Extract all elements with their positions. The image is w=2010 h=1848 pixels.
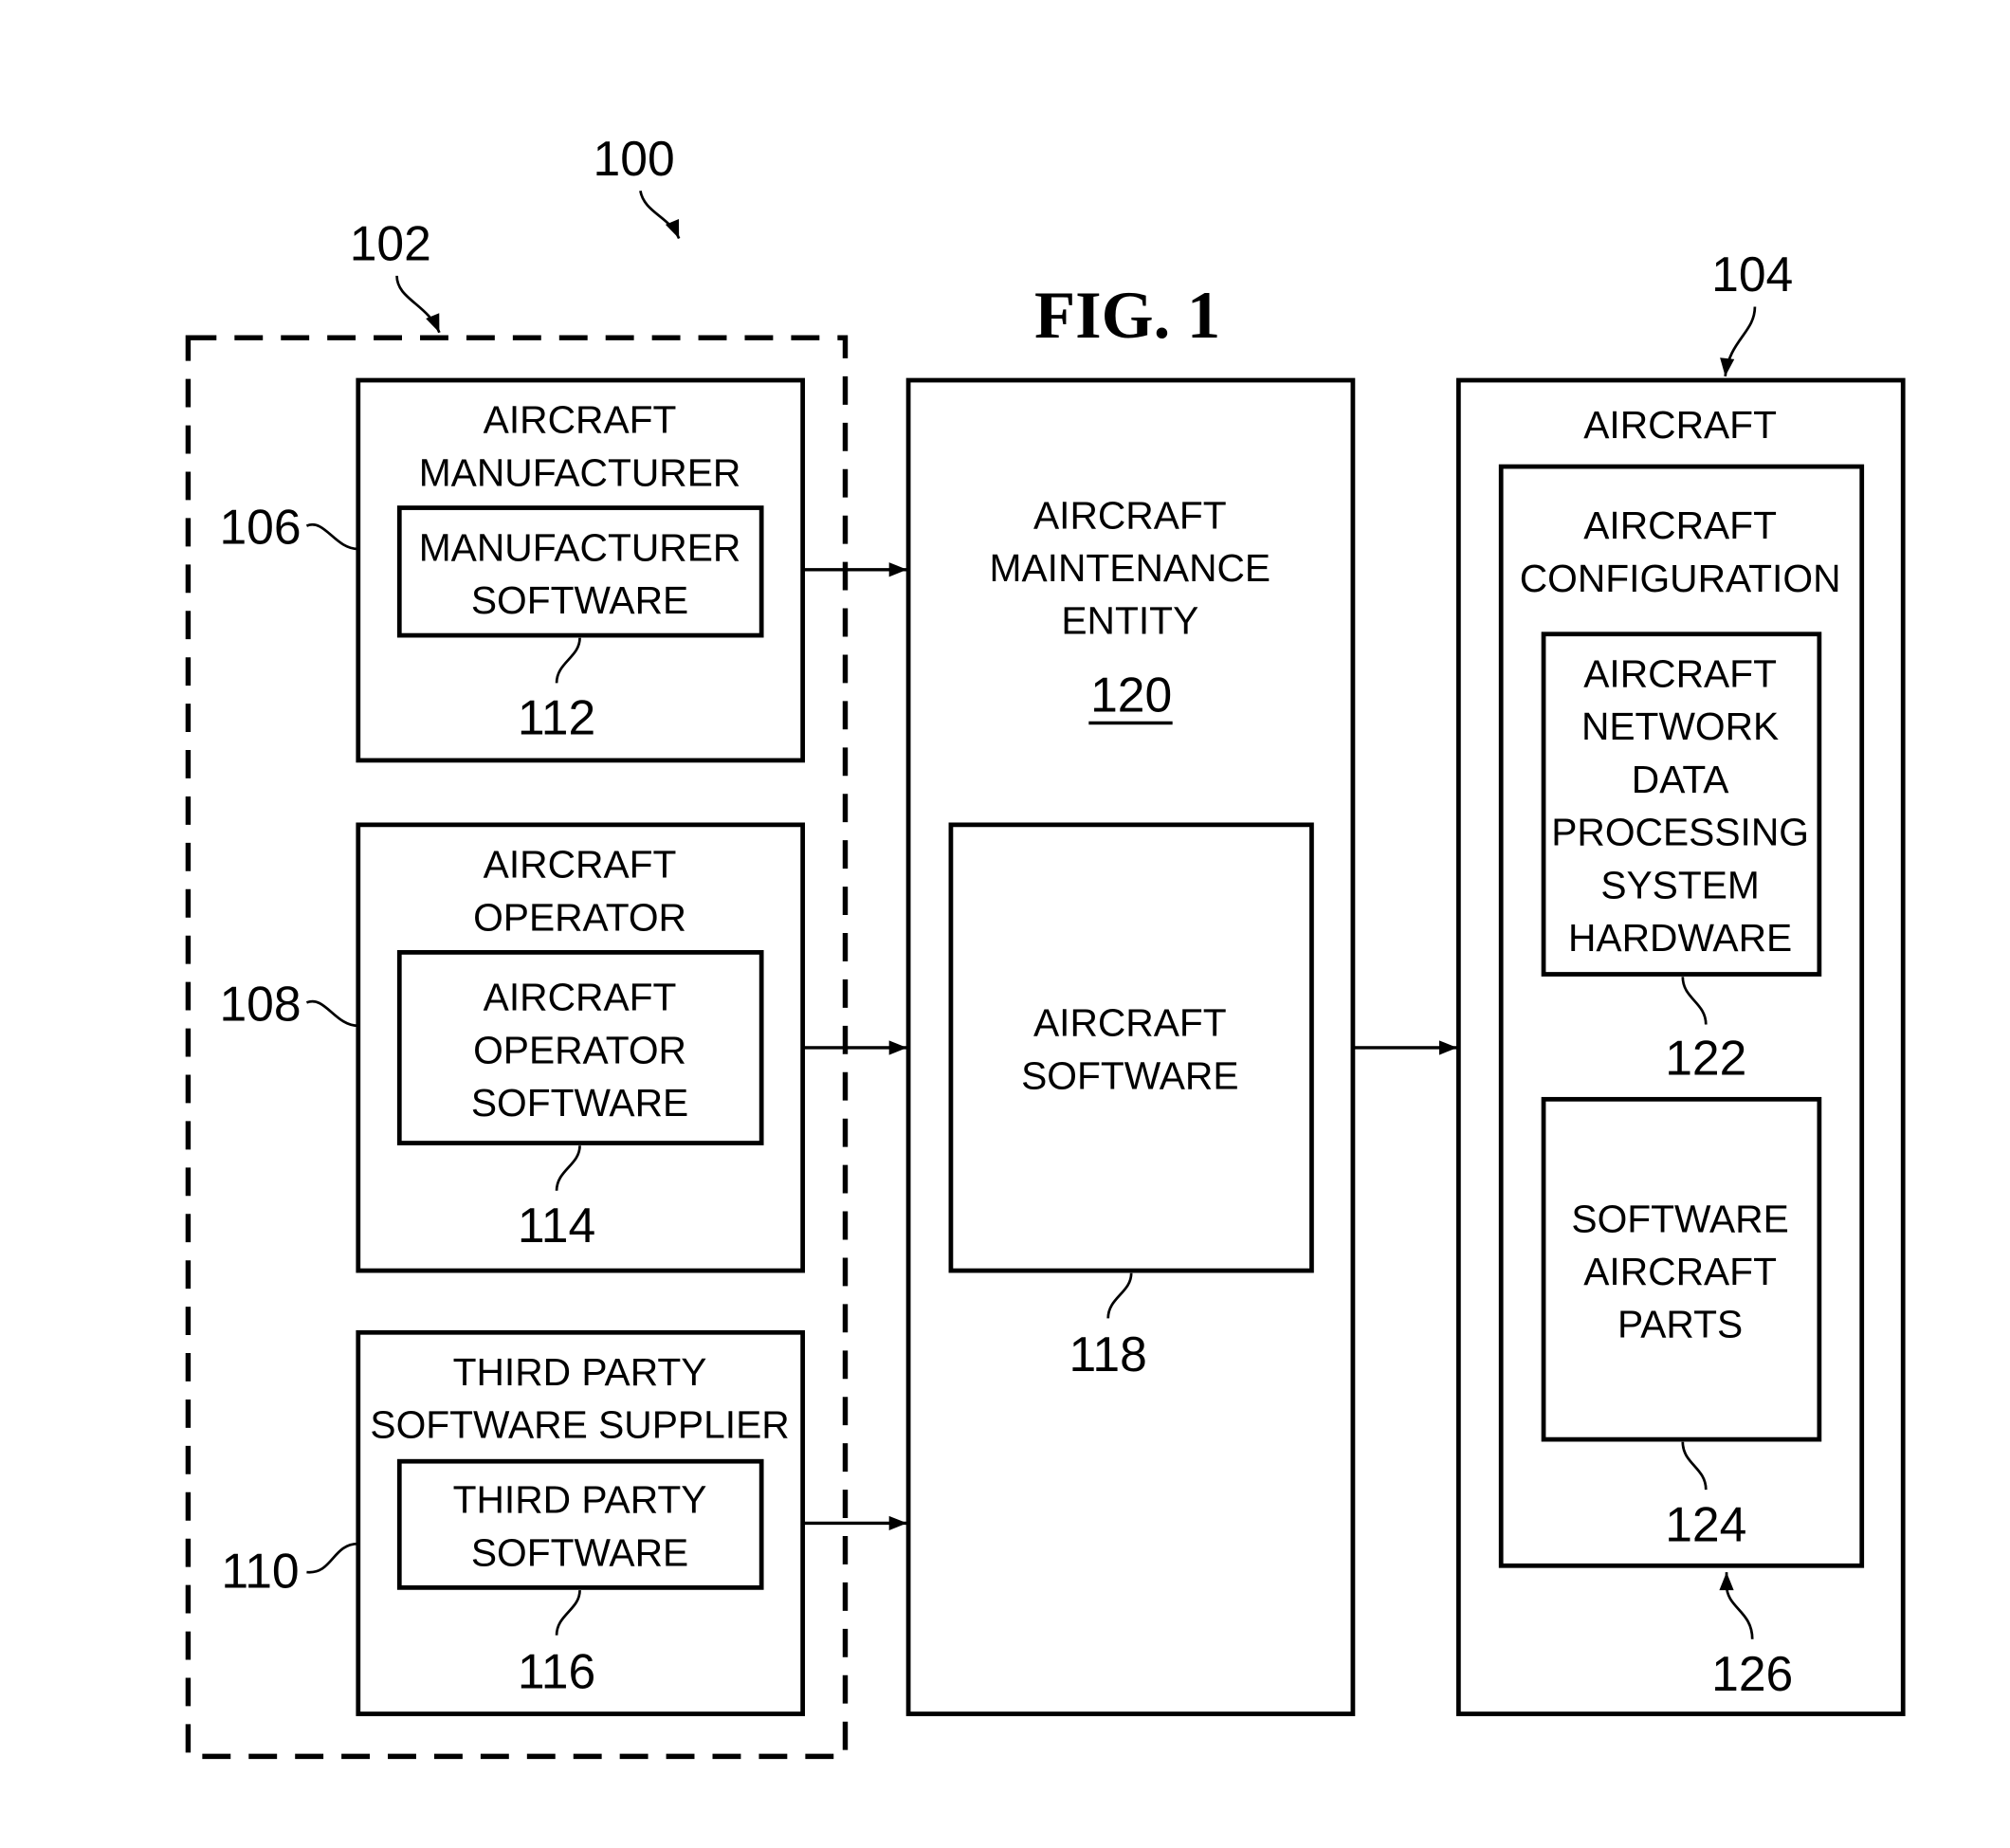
third-party-software-line1: THIRD PARTY bbox=[453, 1478, 707, 1522]
operator-title-line2: OPERATOR bbox=[473, 895, 686, 939]
ref-126: 126 bbox=[1711, 1646, 1793, 1701]
aircraft: AIRCRAFT AIRCRAFT CONFIGURATION AIRCRAFT… bbox=[1455, 377, 1906, 1716]
third-party-title-line1: THIRD PARTY bbox=[453, 1350, 707, 1394]
third-party-title-line2: SOFTWARE SUPPLIER bbox=[370, 1403, 789, 1447]
hardware-line6: HARDWARE bbox=[1568, 916, 1792, 960]
figure-title: FIG. 1 bbox=[1034, 279, 1220, 353]
operator-software-line1: AIRCRAFT bbox=[484, 976, 677, 1019]
source-manufacturer: AIRCRAFT MANUFACTURER MANUFACTURER SOFTW… bbox=[219, 377, 806, 763]
operator-software-line3: SOFTWARE bbox=[471, 1081, 688, 1125]
hardware-line1: AIRCRAFT bbox=[1583, 651, 1777, 695]
source-operator: AIRCRAFT OPERATOR AIRCRAFT OPERATOR SOFT… bbox=[219, 822, 806, 1273]
ref-104: 104 bbox=[1711, 247, 1793, 302]
configuration-title-line1: AIRCRAFT bbox=[1583, 503, 1777, 547]
maintenance-title-line1: AIRCRAFT bbox=[1033, 493, 1227, 537]
configuration-title-line2: CONFIGURATION bbox=[1520, 557, 1841, 600]
ref-108-leader bbox=[305, 999, 358, 1028]
operator-title-line1: AIRCRAFT bbox=[484, 843, 677, 887]
ref-120: 120 bbox=[1090, 667, 1172, 722]
ref-102: 102 bbox=[350, 216, 431, 271]
ref-110-leader bbox=[306, 1542, 358, 1574]
aircraft-software-line1: AIRCRAFT bbox=[1033, 1001, 1227, 1045]
ref-114: 114 bbox=[518, 1198, 595, 1253]
ref-122: 122 bbox=[1665, 1031, 1746, 1086]
hardware-line5: SYSTEM bbox=[1600, 863, 1760, 906]
ref-106-leader bbox=[305, 522, 358, 551]
ref-104-leader bbox=[1720, 306, 1757, 377]
aircraft-software-box bbox=[948, 822, 1314, 1273]
hardware-line3: DATA bbox=[1632, 758, 1729, 801]
ref-112: 112 bbox=[518, 690, 595, 745]
ref-110: 110 bbox=[221, 1543, 299, 1598]
manufacturer-title-line1: AIRCRAFT bbox=[484, 398, 677, 442]
parts-line2: AIRCRAFT bbox=[1583, 1250, 1777, 1293]
manufacturer-title-line2: MANUFACTURER bbox=[419, 450, 741, 494]
third-party-software-line2: SOFTWARE bbox=[471, 1530, 688, 1574]
ref-124: 124 bbox=[1665, 1496, 1746, 1551]
hardware-line4: PROCESSING bbox=[1551, 811, 1809, 854]
manufacturer-software-line2: SOFTWARE bbox=[471, 578, 688, 622]
ref-118: 118 bbox=[1069, 1327, 1147, 1381]
hardware-line2: NETWORK bbox=[1581, 704, 1779, 748]
ref-100: 100 bbox=[594, 131, 675, 186]
source-third-party: THIRD PARTY SOFTWARE SUPPLIER THIRD PART… bbox=[221, 1329, 806, 1716]
operator-software-line2: OPERATOR bbox=[473, 1028, 686, 1071]
parts-line1: SOFTWARE bbox=[1571, 1197, 1788, 1240]
maintenance-title-line3: ENTITY bbox=[1061, 599, 1198, 643]
block-diagram: FIG. 1 100 102 AIRCRAFT MANUFACTURER MAN… bbox=[185, 131, 1906, 1760]
ref-116: 116 bbox=[518, 1643, 595, 1698]
ref-102-leader bbox=[395, 275, 441, 334]
aircraft-title: AIRCRAFT bbox=[1583, 403, 1777, 447]
ref-108: 108 bbox=[219, 976, 301, 1031]
ref-100-leader bbox=[639, 190, 681, 240]
manufacturer-software-line1: MANUFACTURER bbox=[419, 525, 741, 569]
ref-106: 106 bbox=[219, 500, 301, 555]
aircraft-software-line2: SOFTWARE bbox=[1021, 1053, 1238, 1097]
maintenance-title-line2: MAINTENANCE bbox=[990, 546, 1271, 590]
maintenance-entity: AIRCRAFT MAINTENANCE ENTITY 120 AIRCRAFT… bbox=[905, 377, 1356, 1716]
parts-line3: PARTS bbox=[1617, 1303, 1743, 1346]
